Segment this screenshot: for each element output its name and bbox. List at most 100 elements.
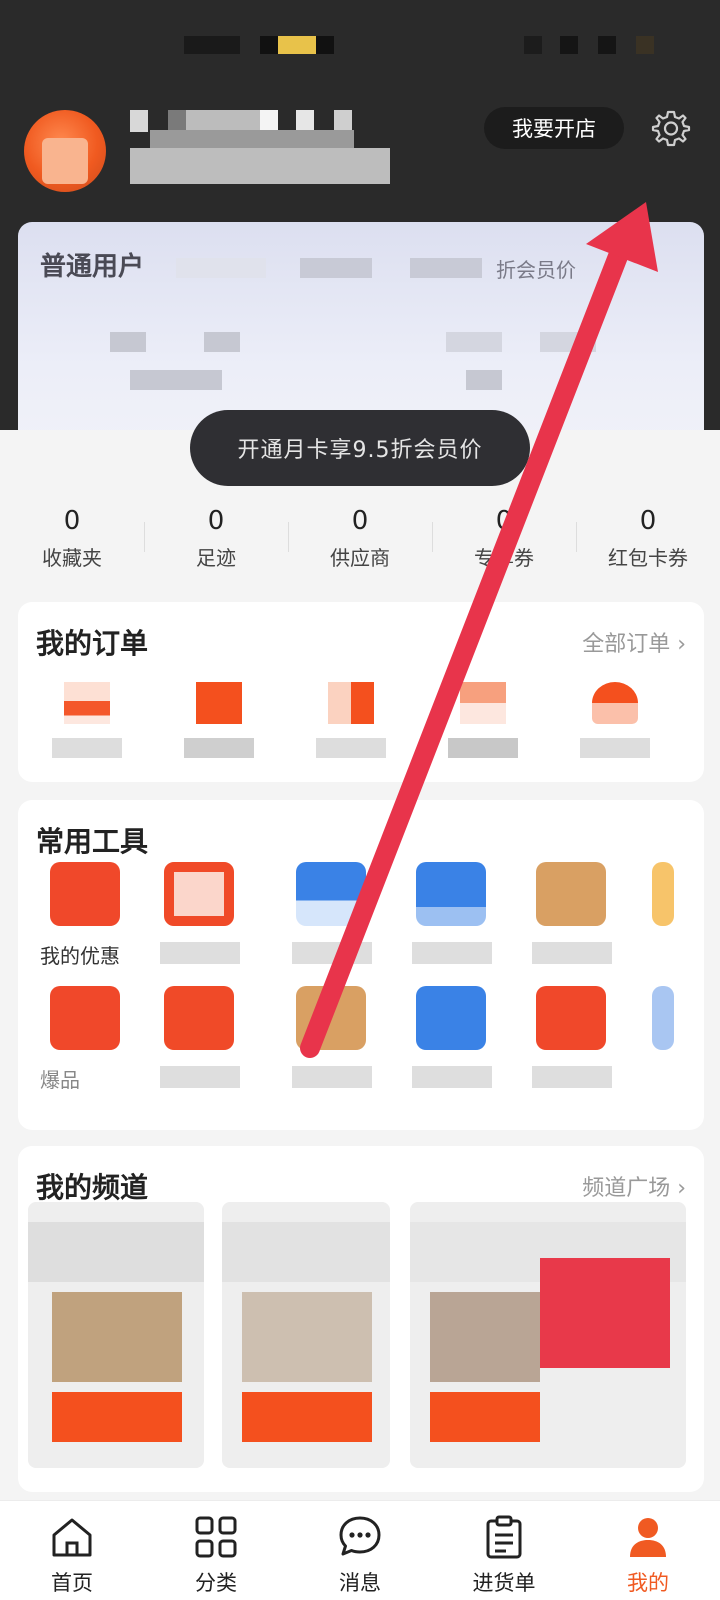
stat-count: 0: [351, 506, 369, 536]
nav-label: 分类: [195, 1571, 237, 1595]
order-icon: [592, 682, 638, 724]
category-icon: [195, 1516, 237, 1558]
channels-title: 我的频道: [36, 1171, 149, 1204]
tool-item[interactable]: 爆品: [36, 986, 136, 1096]
tool-item[interactable]: [150, 862, 250, 972]
channel-tile[interactable]: [410, 1202, 686, 1468]
stat-footprints[interactable]: 0 足迹: [144, 506, 288, 576]
nav-label: 消息: [339, 1571, 381, 1595]
tool-icon: [652, 862, 674, 926]
tool-label-blurred: [412, 942, 492, 964]
channel-plaza-link[interactable]: 频道广场 ›: [582, 1170, 686, 1202]
stat-label: 足迹: [196, 546, 236, 570]
profile-header: 我要开店 普通用户 折会员价: [0, 0, 720, 462]
channels-card: 我的频道 频道广场 ›: [18, 1146, 704, 1492]
tool-label-blurred: [160, 1066, 240, 1088]
order-status-item[interactable]: [174, 682, 264, 772]
home-icon: [52, 1518, 92, 1557]
stat-count: 0: [639, 506, 657, 536]
open-store-button[interactable]: 我要开店: [484, 107, 624, 149]
order-status-item[interactable]: [42, 682, 132, 772]
stat-count: 0: [207, 506, 225, 536]
tool-item[interactable]: [522, 986, 622, 1096]
order-label-blurred: [52, 738, 122, 758]
orders-card: 我的订单 全部订单 ›: [18, 602, 704, 782]
all-orders-link[interactable]: 全部订单 ›: [582, 626, 686, 658]
orders-title: 我的订单: [36, 627, 149, 660]
order-status-item[interactable]: [306, 682, 396, 772]
status-bar: [0, 0, 720, 90]
channel-tile[interactable]: [28, 1202, 204, 1468]
order-label-blurred: [448, 738, 518, 758]
tool-icon: [164, 862, 234, 926]
tool-label: 爆品: [40, 1068, 80, 1092]
clipboard-icon: [486, 1515, 522, 1559]
stat-red-packets[interactable]: 0 红包卡券: [576, 506, 720, 576]
stat-label: 专享券: [474, 546, 534, 570]
order-label-blurred: [580, 738, 650, 758]
message-icon: [339, 1516, 381, 1556]
tool-icon: [652, 986, 674, 1050]
stat-exclusive-coupons[interactable]: 0 专享券: [432, 506, 576, 576]
tool-icon: [416, 862, 486, 926]
nav-label: 首页: [51, 1571, 93, 1595]
stat-suppliers[interactable]: 0 供应商: [288, 506, 432, 576]
stat-count: 0: [495, 506, 513, 536]
tool-item[interactable]: [638, 986, 688, 1096]
stat-favorites[interactable]: 0 收藏夹: [0, 506, 144, 576]
tool-item[interactable]: [402, 862, 502, 972]
tool-item[interactable]: [282, 862, 382, 972]
channel-tile[interactable]: [222, 1202, 390, 1468]
order-icon: [460, 682, 506, 724]
tool-icon: [536, 862, 606, 926]
tool-icon: [296, 986, 366, 1050]
tool-icon: [50, 862, 120, 926]
order-status-item[interactable]: [438, 682, 528, 772]
nav-purchase-list[interactable]: 进货单: [432, 1501, 576, 1600]
tool-label-blurred: [412, 1066, 492, 1088]
nav-category[interactable]: 分类: [144, 1501, 288, 1600]
tool-icon: [164, 986, 234, 1050]
order-status-item[interactable]: [570, 682, 660, 772]
member-level-label: 普通用户: [40, 252, 145, 282]
tools-card: 常用工具 我的优惠 爆品: [18, 800, 704, 1130]
profile-icon: [630, 1518, 666, 1557]
stat-label: 收藏夹: [42, 546, 102, 570]
vip-offer-pill[interactable]: 开通月卡享9.5折会员价: [190, 410, 530, 486]
order-label-blurred: [184, 738, 254, 758]
member-price-note: 折会员价: [496, 258, 576, 282]
tool-label-blurred: [160, 942, 240, 964]
nav-label: 我的: [627, 1571, 669, 1595]
tool-icon: [416, 986, 486, 1050]
vip-offer-text: 开通月卡享9.5折会员价: [237, 438, 483, 463]
nav-home[interactable]: 首页: [0, 1501, 144, 1600]
tools-title: 常用工具: [36, 825, 149, 858]
tool-item[interactable]: [282, 986, 382, 1096]
order-icon: [328, 682, 374, 724]
tool-icon: [50, 986, 120, 1050]
order-icon: [64, 682, 110, 724]
tool-label-blurred: [292, 942, 372, 964]
stats-row: 0 收藏夹 0 足迹 0 供应商 0 专享券 0 红包卡券: [0, 506, 720, 576]
tool-icon: [536, 986, 606, 1050]
stat-count: 0: [63, 506, 81, 536]
bottom-nav: 首页 分类 消息 进货单 我的: [0, 1500, 720, 1600]
tool-label-blurred: [532, 942, 612, 964]
tool-label: 我的优惠: [40, 944, 120, 968]
nav-messages[interactable]: 消息: [288, 1501, 432, 1600]
tool-item[interactable]: [522, 862, 622, 972]
avatar[interactable]: [24, 110, 106, 192]
tool-label-blurred: [532, 1066, 612, 1088]
tool-item[interactable]: [638, 862, 688, 972]
tool-item[interactable]: [150, 986, 250, 1096]
stat-label: 供应商: [330, 546, 390, 570]
nav-label: 进货单: [472, 1571, 536, 1595]
gear-icon[interactable]: [651, 108, 691, 148]
tool-label-blurred: [292, 1066, 372, 1088]
tool-item[interactable]: 我的优惠: [36, 862, 136, 972]
nav-mine[interactable]: 我的: [576, 1501, 720, 1600]
tool-icon: [296, 862, 366, 926]
order-label-blurred: [316, 738, 386, 758]
tool-item[interactable]: [402, 986, 502, 1096]
order-icon: [196, 682, 242, 724]
